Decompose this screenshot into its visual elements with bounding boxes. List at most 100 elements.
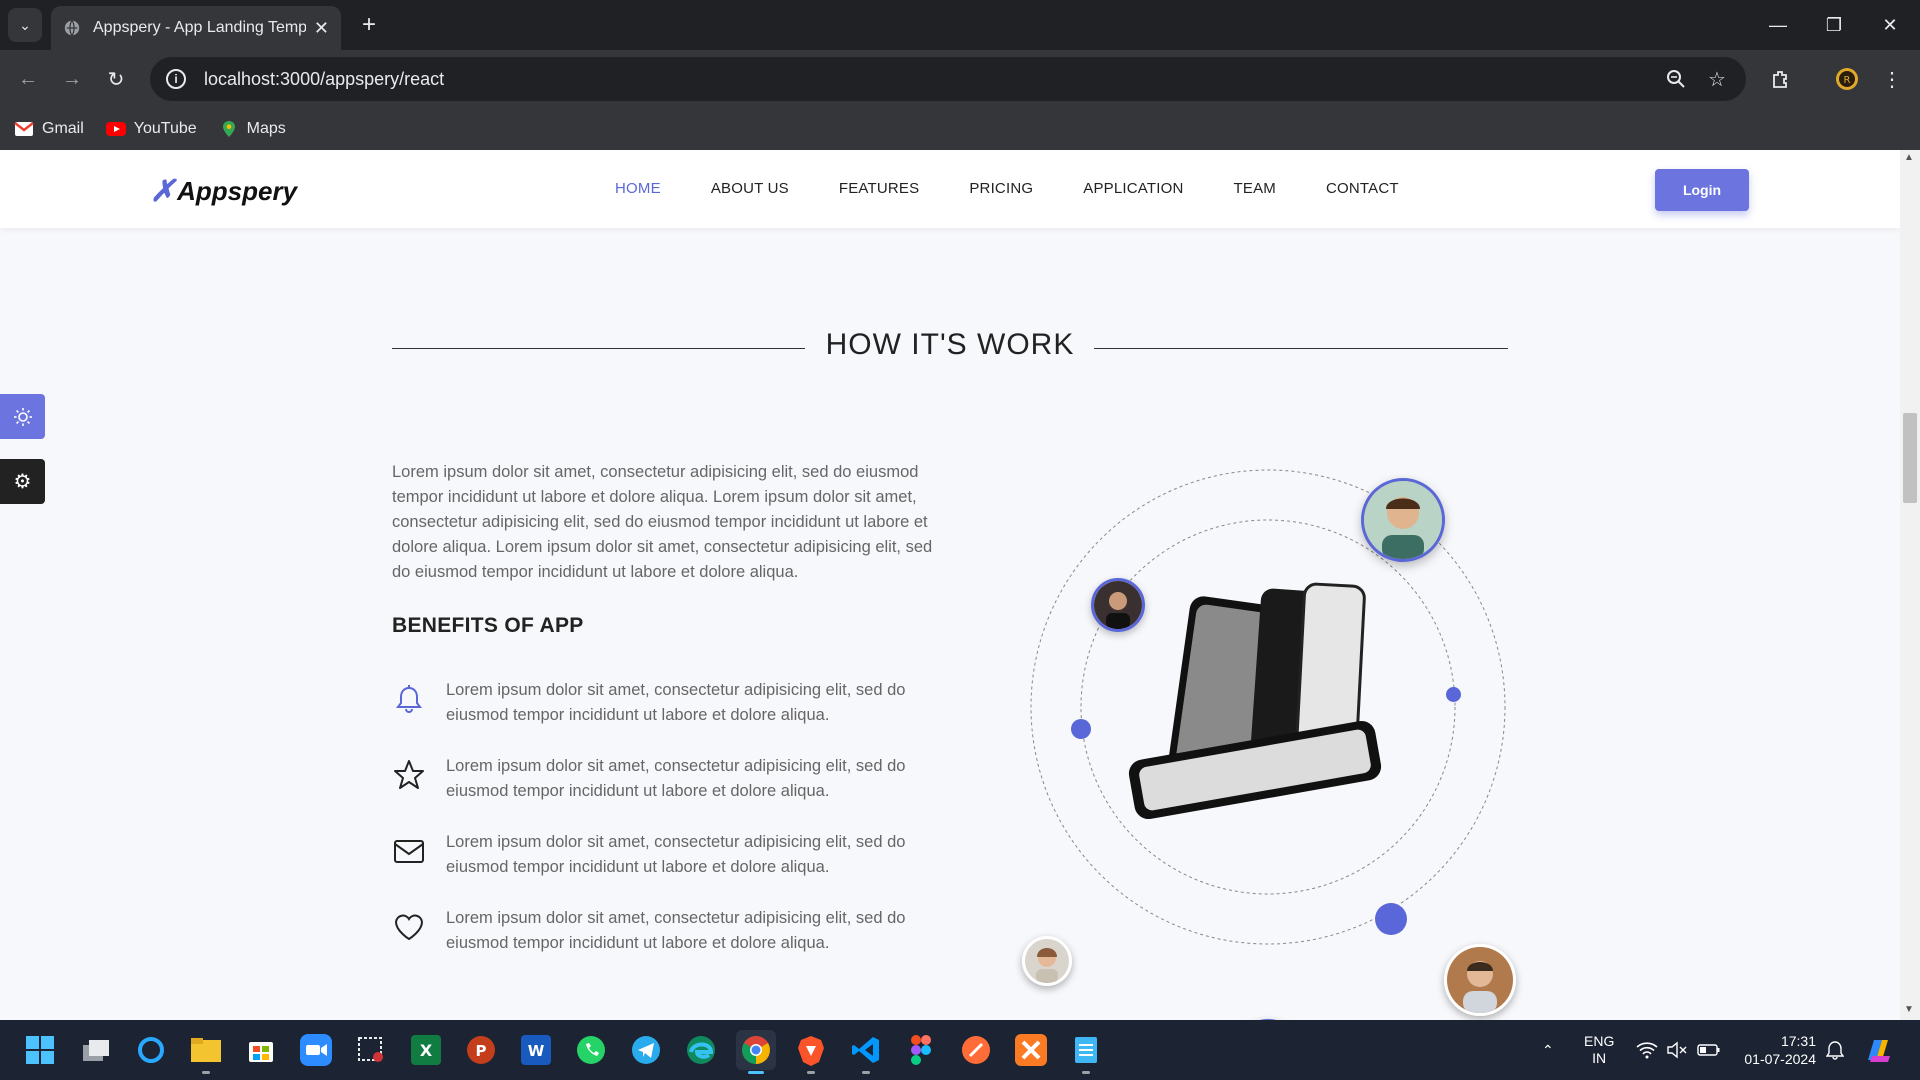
address-bar[interactable]: i localhost:3000/appspery/react	[150, 57, 1746, 101]
whatsapp-icon[interactable]	[571, 1030, 611, 1070]
nav-pricing[interactable]: PRICING	[969, 180, 1033, 197]
benefit-item: Lorem ipsum dolor sit amet, consectetur …	[392, 906, 952, 958]
chrome-icon[interactable]	[736, 1030, 776, 1074]
figma-icon[interactable]	[901, 1030, 941, 1070]
team-avatar[interactable]	[1361, 478, 1445, 562]
snipping-tool-icon[interactable]	[351, 1030, 391, 1070]
site-header: ✗ Appspery HOME ABOUT US FEATURES PRICIN…	[0, 150, 1900, 228]
menu-kebab-icon[interactable]: ⋮	[1874, 61, 1910, 97]
profile-avatar[interactable]: R	[1829, 61, 1865, 97]
cortana-icon[interactable]	[131, 1030, 171, 1070]
browser-tab[interactable]: Appspery - App Landing Templ ✕	[51, 6, 341, 50]
team-avatar[interactable]	[1444, 944, 1516, 1016]
nav-features[interactable]: FEATURES	[839, 180, 920, 197]
web-page: ✗ Appspery HOME ABOUT US FEATURES PRICIN…	[0, 150, 1900, 1020]
intro-paragraph: Lorem ipsum dolor sit amet, consectetur …	[392, 463, 933, 581]
bookmark-label: Maps	[246, 120, 286, 137]
orbit-dot	[1071, 719, 1091, 739]
reload-icon[interactable]: ↻	[98, 61, 134, 97]
scroll-thumb[interactable]	[1903, 413, 1917, 503]
minimize-icon[interactable]: —	[1750, 0, 1806, 50]
page-scrollbar[interactable]: ▲ ▼	[1900, 150, 1920, 1020]
main-nav: HOME ABOUT US FEATURES PRICING APPLICATI…	[615, 180, 1449, 197]
battery-icon[interactable]	[1697, 1020, 1721, 1080]
nav-team[interactable]: TEAM	[1234, 180, 1276, 197]
maps-icon	[222, 121, 235, 137]
vscode-icon[interactable]	[846, 1030, 886, 1074]
show-hidden-icons[interactable]: ⌃	[1542, 1020, 1554, 1080]
login-button[interactable]: Login	[1655, 169, 1749, 211]
bell-icon	[396, 685, 422, 713]
clock-date: 01-07-2024	[1744, 1051, 1816, 1067]
notepad-icon[interactable]	[1066, 1030, 1106, 1074]
forward-icon[interactable]: →	[54, 61, 90, 97]
restore-icon[interactable]: ❐	[1806, 0, 1862, 50]
notifications-bell-icon[interactable]	[1826, 1020, 1844, 1080]
windows-taskbar: X P W ⌃ ENG IN 17:31 01-07-2024	[0, 1020, 1920, 1080]
orbit-illustration	[1030, 469, 1506, 945]
scroll-up-icon[interactable]: ▲	[1904, 152, 1914, 163]
logo-mark-icon: ✗	[150, 175, 176, 208]
back-icon[interactable]: ←	[10, 61, 46, 97]
svg-text:W: W	[528, 1042, 545, 1060]
file-explorer-icon[interactable]	[186, 1030, 226, 1074]
zoom-app-icon[interactable]	[296, 1030, 336, 1070]
svg-text:X: X	[420, 1041, 433, 1060]
new-tab-button[interactable]: +	[352, 8, 386, 42]
benefit-item: Lorem ipsum dolor sit amet, consectetur …	[392, 754, 952, 806]
benefits-title: BENEFITS OF APP	[392, 614, 584, 637]
orbit-dot	[1446, 687, 1461, 702]
extensions-icon[interactable]	[1763, 61, 1799, 97]
brave-icon[interactable]	[791, 1030, 831, 1074]
close-tab-icon[interactable]: ✕	[314, 18, 329, 39]
powerpoint-icon[interactable]: P	[461, 1030, 501, 1070]
benefit-item: Lorem ipsum dolor sit amet, consectetur …	[392, 678, 952, 730]
svg-text:R: R	[1844, 75, 1851, 86]
bookmark-star-icon[interactable]: ☆	[1703, 65, 1731, 93]
excel-icon[interactable]: X	[406, 1030, 446, 1070]
url-text: localhost:3000/appspery/react	[204, 68, 445, 89]
benefit-text: Lorem ipsum dolor sit amet, consectetur …	[446, 681, 906, 724]
bookmark-maps[interactable]: Maps	[219, 120, 286, 138]
bookmark-label: Gmail	[42, 120, 84, 137]
phones-image	[1128, 582, 1382, 820]
section-title: HOW IT'S WORK	[825, 328, 1075, 361]
nav-contact[interactable]: CONTACT	[1326, 180, 1399, 197]
browser-toolbar: ← → ↻ i localhost:3000/appspery/react ☆ …	[0, 50, 1920, 108]
telegram-icon[interactable]	[626, 1030, 666, 1070]
site-logo[interactable]: ✗ Appspery	[150, 174, 297, 209]
scroll-down-icon[interactable]: ▼	[1904, 1004, 1914, 1015]
clock[interactable]: 17:31 01-07-2024	[1736, 1020, 1816, 1080]
clock-time: 17:31	[1780, 1033, 1816, 1049]
star-icon	[394, 760, 424, 789]
site-info-icon[interactable]: i	[166, 69, 186, 89]
windows-start-icon[interactable]	[20, 1030, 60, 1070]
edge-icon[interactable]	[681, 1030, 721, 1070]
nav-application[interactable]: APPLICATION	[1083, 180, 1183, 197]
volume-muted-icon[interactable]	[1666, 1020, 1688, 1080]
bookmark-youtube[interactable]: YouTube	[105, 120, 197, 138]
nav-home[interactable]: HOME	[615, 180, 661, 197]
globe-icon	[64, 20, 80, 36]
orbit-dot	[1375, 903, 1407, 935]
team-avatar[interactable]	[1091, 578, 1145, 632]
window-close-icon[interactable]: ✕	[1862, 0, 1918, 50]
task-view-icon[interactable]	[76, 1030, 116, 1070]
copilot-icon[interactable]	[1862, 1020, 1894, 1080]
bookmark-gmail[interactable]: Gmail	[14, 120, 84, 138]
theme-toggle-button[interactable]	[0, 394, 45, 439]
nav-about-us[interactable]: ABOUT US	[711, 180, 789, 197]
zoom-icon[interactable]	[1662, 65, 1690, 93]
postman-icon[interactable]	[956, 1030, 996, 1070]
word-icon[interactable]: W	[516, 1030, 556, 1070]
browser-tabstrip: ⌄ Appspery - App Landing Templ ✕ + — ❐ ✕	[0, 0, 1920, 50]
wifi-icon[interactable]	[1636, 1020, 1658, 1080]
team-avatar[interactable]	[1022, 936, 1072, 986]
microsoft-store-icon[interactable]	[241, 1030, 281, 1070]
settings-button[interactable]: ⚙	[0, 459, 45, 504]
xampp-icon[interactable]	[1011, 1030, 1051, 1070]
benefit-text: Lorem ipsum dolor sit amet, consectetur …	[446, 833, 906, 876]
language-indicator[interactable]: ENG IN	[1584, 1020, 1614, 1080]
mail-icon	[394, 840, 424, 863]
tab-search-button[interactable]: ⌄	[8, 8, 42, 42]
